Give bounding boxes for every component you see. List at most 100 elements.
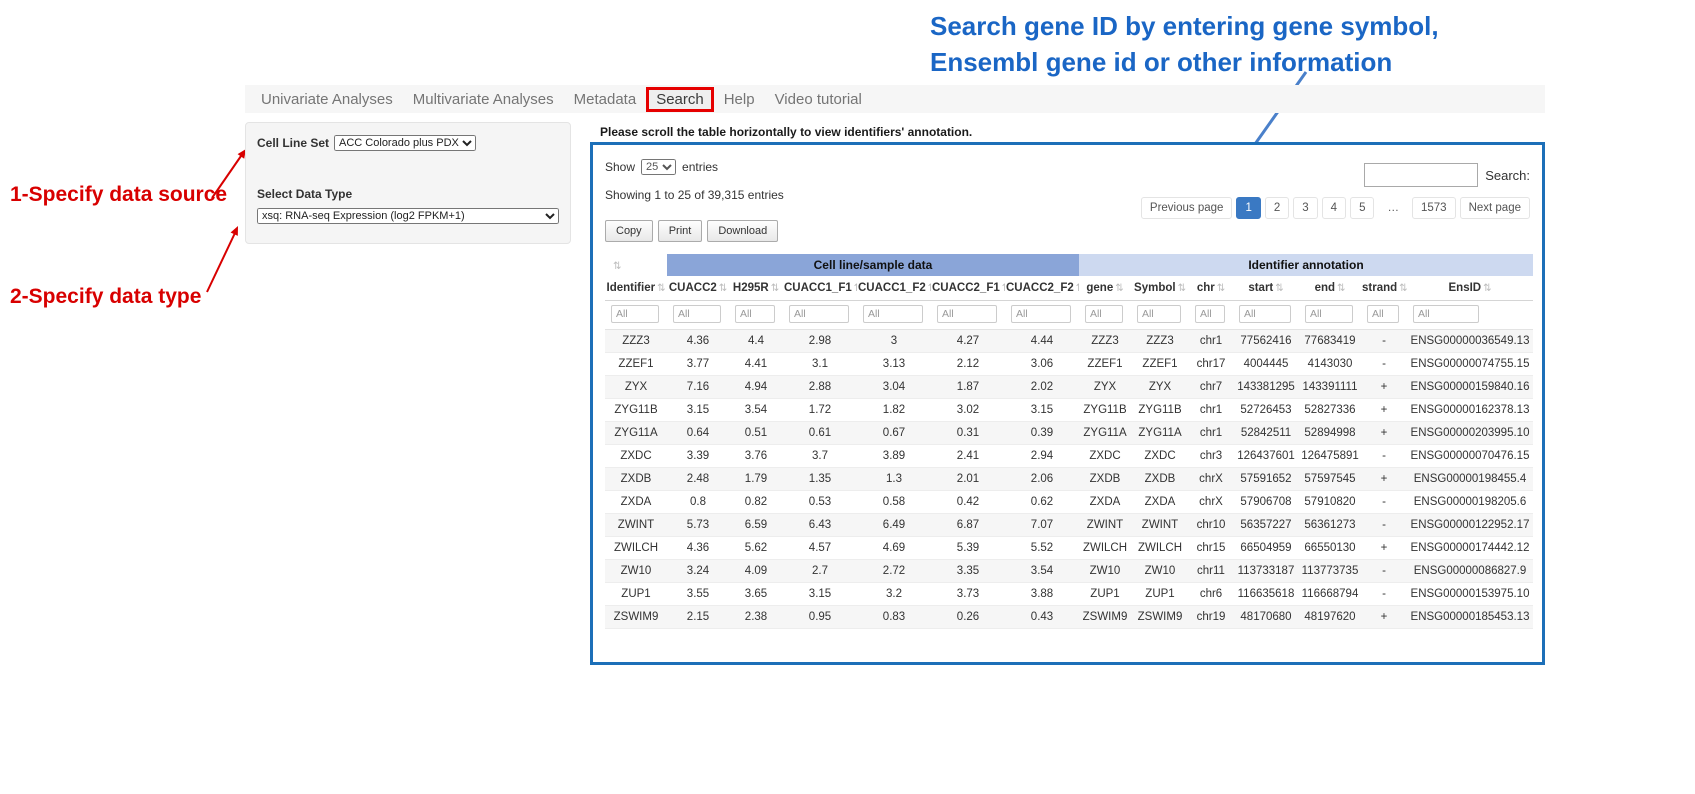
- nav-item-video-tutorial[interactable]: Video tutorial: [765, 89, 872, 110]
- filter-input-gene[interactable]: [1085, 305, 1123, 323]
- annotation-step1: 1-Specify data source: [10, 183, 227, 207]
- filter-input-cuacc2-f2[interactable]: [1011, 305, 1071, 323]
- nav-item-search[interactable]: Search: [646, 87, 714, 112]
- table-cell: ZYG11A: [1079, 422, 1131, 445]
- filter-input-start[interactable]: [1239, 305, 1291, 323]
- column-header-ensid[interactable]: EnsID⇅: [1407, 276, 1533, 301]
- nav-item-multivariate-analyses[interactable]: Multivariate Analyses: [403, 89, 564, 110]
- table-cell: 2.06: [1005, 468, 1079, 491]
- table-cell: ZYG11B: [1079, 399, 1131, 422]
- filter-cell: [1079, 301, 1131, 330]
- filter-input-cuacc2-f1[interactable]: [937, 305, 997, 323]
- filter-input-identifier[interactable]: [611, 305, 659, 323]
- table-cell: ZZZ3: [1131, 330, 1189, 353]
- table-cell: 66504959: [1233, 537, 1299, 560]
- nav-item-univariate-analyses[interactable]: Univariate Analyses: [251, 89, 403, 110]
- sort-icon: ⇅: [1399, 283, 1407, 294]
- pagination-page-5[interactable]: 5: [1350, 197, 1374, 219]
- table-cell: 7.07: [1005, 514, 1079, 537]
- column-header-h295r[interactable]: H295R⇅: [729, 276, 783, 301]
- column-header-identifier[interactable]: Identifier⇅: [605, 276, 667, 301]
- column-header-strand[interactable]: strand⇅: [1361, 276, 1407, 301]
- table-cell: 5.73: [667, 514, 729, 537]
- table-cell: 3.54: [729, 399, 783, 422]
- table-cell: -: [1361, 514, 1407, 537]
- filter-input-end[interactable]: [1305, 305, 1353, 323]
- pagination-page-4[interactable]: 4: [1322, 197, 1346, 219]
- copy-button[interactable]: Copy: [605, 220, 653, 242]
- table-cell: ENSG00000198205.6: [1407, 491, 1533, 514]
- filter-input-cuacc1-f1[interactable]: [789, 305, 849, 323]
- table-cell: ZXDC: [1131, 445, 1189, 468]
- search-input[interactable]: [1364, 163, 1478, 187]
- column-header-start[interactable]: start⇅: [1233, 276, 1299, 301]
- table-cell: 3.77: [667, 353, 729, 376]
- pagination-page-3[interactable]: 3: [1293, 197, 1317, 219]
- filter-input-cuacc1-f2[interactable]: [863, 305, 923, 323]
- column-header-cuacc1-f2[interactable]: CUACC1_F2⇅: [857, 276, 931, 301]
- table-cell: ZXDC: [1079, 445, 1131, 468]
- table-cell: 77562416: [1233, 330, 1299, 353]
- table-cell: 1.82: [857, 399, 931, 422]
- column-header-cuacc2[interactable]: CUACC2⇅: [667, 276, 729, 301]
- table-cell: ZXDA: [1079, 491, 1131, 514]
- filter-input-h295r[interactable]: [735, 305, 775, 323]
- table-row: ZW103.244.092.72.723.353.54ZW10ZW10chr11…: [605, 560, 1533, 583]
- table-cell: ENSG00000198455.4: [1407, 468, 1533, 491]
- table-cell: 116635618: [1233, 583, 1299, 606]
- column-header-cuacc2-f1[interactable]: CUACC2_F1⇅: [931, 276, 1005, 301]
- table-cell: 0.8: [667, 491, 729, 514]
- filter-cell: [1005, 301, 1079, 330]
- column-header-cuacc1-f1[interactable]: CUACC1_F1⇅: [783, 276, 857, 301]
- sort-icon: ⇅: [1178, 283, 1186, 294]
- table-cell: 2.38: [729, 606, 783, 629]
- column-header-gene[interactable]: gene⇅: [1079, 276, 1131, 301]
- table-cell: ZZEF1: [1079, 353, 1131, 376]
- pagination-prev-button[interactable]: Previous page: [1141, 197, 1233, 219]
- table-cell: chr10: [1189, 514, 1233, 537]
- column-header-chr[interactable]: chr⇅: [1189, 276, 1233, 301]
- download-button[interactable]: Download: [707, 220, 778, 242]
- filter-input-symbol[interactable]: [1137, 305, 1181, 323]
- table-cell: 2.88: [783, 376, 857, 399]
- table-cell: ENSG00000070476.15: [1407, 445, 1533, 468]
- filter-input-chr[interactable]: [1195, 305, 1225, 323]
- table-cell: ENSG00000159840.16: [1407, 376, 1533, 399]
- table-cell: 3.88: [1005, 583, 1079, 606]
- table-cell: 4004445: [1233, 353, 1299, 376]
- print-button[interactable]: Print: [658, 220, 703, 242]
- pagination-page-2[interactable]: 2: [1265, 197, 1289, 219]
- table-cell: 3.15: [667, 399, 729, 422]
- results-table: ⇅ Cell line/sample data Identifier annot…: [605, 254, 1533, 629]
- table-cell: 4.36: [667, 330, 729, 353]
- group-header-empty[interactable]: ⇅: [605, 254, 667, 276]
- pagination-page-1573[interactable]: 1573: [1412, 197, 1456, 219]
- table-cell: 3.24: [667, 560, 729, 583]
- table-cell: ZXDC: [605, 445, 667, 468]
- table-cell: chrX: [1189, 491, 1233, 514]
- data-type-select[interactable]: xsq: RNA-seq Expression (log2 FPKM+1): [257, 208, 559, 224]
- table-cell: 0.62: [1005, 491, 1079, 514]
- column-header-end[interactable]: end⇅: [1299, 276, 1361, 301]
- export-buttons: CopyPrintDownload: [605, 220, 1530, 242]
- filter-input-cuacc2[interactable]: [673, 305, 721, 323]
- table-cell: ZZZ3: [605, 330, 667, 353]
- table-cell: 3.89: [857, 445, 931, 468]
- nav-item-help[interactable]: Help: [714, 89, 765, 110]
- search-annotation-line1: Search gene ID by entering gene symbol,: [930, 8, 1439, 44]
- table-cell: ZW10: [1079, 560, 1131, 583]
- pagination-page-1[interactable]: 1: [1236, 197, 1260, 219]
- column-header-symbol[interactable]: Symbol⇅: [1131, 276, 1189, 301]
- cell-line-set-select[interactable]: ACC Colorado plus PDX: [334, 135, 476, 151]
- nav-item-metadata[interactable]: Metadata: [564, 89, 647, 110]
- filter-input-ensid[interactable]: [1413, 305, 1479, 323]
- pagination-next-button[interactable]: Next page: [1460, 197, 1530, 219]
- show-entries-select[interactable]: 25: [641, 159, 676, 175]
- table-cell: ZZEF1: [605, 353, 667, 376]
- table-row: ZXDB2.481.791.351.32.012.06ZXDBZXDBchrX5…: [605, 468, 1533, 491]
- filter-cell: [729, 301, 783, 330]
- filter-input-strand[interactable]: [1367, 305, 1399, 323]
- table-cell: 7.16: [667, 376, 729, 399]
- column-label: CUACC2: [669, 282, 717, 294]
- column-header-cuacc2-f2[interactable]: CUACC2_F2⇅: [1005, 276, 1079, 301]
